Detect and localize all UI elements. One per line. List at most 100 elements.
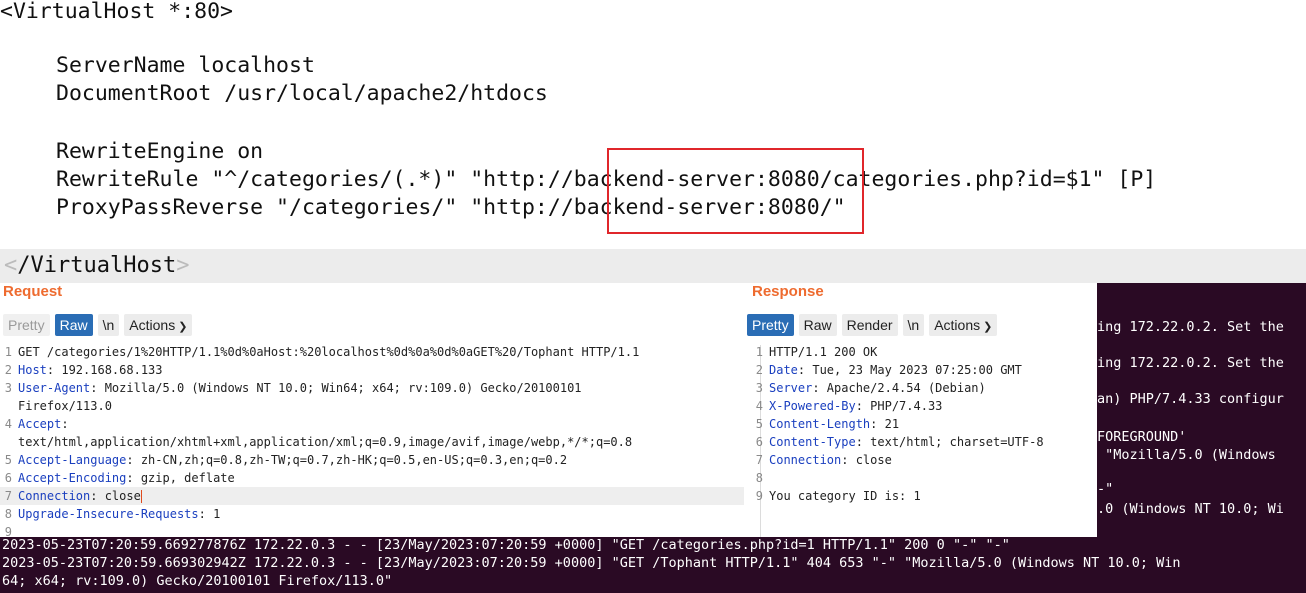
line-text: Content-Length: 21 xyxy=(769,417,900,431)
line-text: text/html,application/xhtml+xml,applicat… xyxy=(18,435,633,449)
chevron-down-icon: ❯ xyxy=(983,321,993,333)
line-number: 1 xyxy=(4,345,12,359)
header-name: Date xyxy=(769,363,798,377)
line-number: 7 xyxy=(4,489,12,503)
request-title: Request xyxy=(3,283,63,300)
terminal-line: "Mozilla/5.0 (Windows xyxy=(1097,447,1276,463)
line-text: Server: Apache/2.4.54 (Debian) xyxy=(769,381,986,395)
code-line: 4 Accept: xyxy=(0,415,744,433)
line-text: HTTP/1.1 200 OK xyxy=(769,345,878,359)
code-line: 6 Accept-Encoding: gzip, deflate xyxy=(0,469,744,487)
code-line: 6 Content-Type: text/html; charset=UTF-8 xyxy=(751,433,1097,451)
line-text: Accept-Encoding: gzip, deflate xyxy=(18,471,235,485)
code-line: 1 HTTP/1.1 200 OK xyxy=(751,343,1097,361)
header-name: Accept-Encoding xyxy=(18,471,127,485)
close-tag-lt: < xyxy=(4,253,18,278)
code-line: 3 User-Agent: Mozilla/5.0 (Windows NT 10.… xyxy=(0,379,744,397)
document-root-directive: DocumentRoot /usr/local/apache2/htdocs xyxy=(56,81,548,106)
header-name: Accept-Language xyxy=(18,453,127,467)
terminal-right-region: ing 172.22.0.2. Set the ing 172.22.0.2. S… xyxy=(1097,283,1306,537)
request-tab-raw[interactable]: Raw xyxy=(54,314,93,336)
code-line: 1 GET /categories/1%20HTTP/1.1%0d%0aHost:… xyxy=(0,343,744,361)
close-tag-name: /VirtualHost xyxy=(17,253,177,278)
close-tag-gt: > xyxy=(176,253,190,278)
virtualhost-close-line: </VirtualHost> xyxy=(0,249,1306,283)
terminal-line: .0 (Windows NT 10.0; Wi xyxy=(1097,501,1284,517)
line-number: 9 xyxy=(755,489,763,503)
code-line: 7 Connection: close xyxy=(0,487,744,505)
response-actions-button[interactable]: Actions ❯ xyxy=(929,314,998,336)
virtualhost-close-tag: </VirtualHost> xyxy=(4,252,189,280)
line-number: 1 xyxy=(755,345,763,359)
line-text: Accept-Language: zh-CN,zh;q=0.8,zh-TW;q=… xyxy=(18,453,568,467)
response-title: Response xyxy=(752,283,824,300)
line-number: 5 xyxy=(755,417,763,431)
request-actions-button[interactable]: Actions ❯ xyxy=(124,314,193,336)
request-actions-label: Actions xyxy=(129,317,176,333)
code-line: Firefox/113.0 xyxy=(0,397,744,415)
code-line: 9 You category ID is: 1 xyxy=(751,487,1097,505)
chevron-down-icon: ❯ xyxy=(178,321,188,333)
line-text xyxy=(763,469,769,487)
line-text: X-Powered-By: PHP/7.4.33 xyxy=(769,399,943,413)
header-name: X-Powered-By xyxy=(769,399,856,413)
terminal-line: ing 172.22.0.2. Set the xyxy=(1097,319,1284,335)
line-number: 3 xyxy=(4,381,12,395)
header-name: Content-Type xyxy=(769,435,856,449)
request-toolbar: Pretty Raw \n Actions ❯ xyxy=(3,314,193,336)
code-line: 4 X-Powered-By: PHP/7.4.33 xyxy=(751,397,1097,415)
terminal-log-line: 2023-05-23T07:20:59.669302942Z 172.22.0.… xyxy=(2,555,1181,571)
line-text: GET /categories/1%20HTTP/1.1%0d%0aHost:%… xyxy=(18,345,640,359)
line-number: 3 xyxy=(755,381,763,395)
line-text: Upgrade-Insecure-Requests: 1 xyxy=(18,507,221,521)
terminal-line: ing 172.22.0.2. Set the xyxy=(1097,355,1284,371)
code-line: 9 xyxy=(0,523,744,537)
burp-repeater: Request Pretty Raw \n Actions ❯ 1 GET /cat… xyxy=(0,283,1097,537)
line-number: 2 xyxy=(755,363,763,377)
code-line: 2 Date: Tue, 23 May 2023 07:25:00 GMT xyxy=(751,361,1097,379)
code-line: 8 xyxy=(751,469,1097,487)
request-tab-newline[interactable]: \n xyxy=(97,314,120,336)
response-actions-label: Actions xyxy=(934,317,981,333)
line-number: 2 xyxy=(4,363,12,377)
line-number: 6 xyxy=(755,435,763,449)
terminal-line: -" xyxy=(1097,481,1114,497)
response-pane: Response Pretty Raw Render \n Actions ❯ 1… xyxy=(744,283,1097,537)
response-tab-pretty[interactable]: Pretty xyxy=(747,314,794,336)
line-text: You category ID is: 1 xyxy=(769,489,921,503)
header-name: Server xyxy=(769,381,813,395)
header-name: Upgrade-Insecure-Requests xyxy=(18,507,199,521)
response-viewer[interactable]: 1 HTTP/1.1 200 OK 2 Date: Tue, 23 May 2023 … xyxy=(751,343,1097,505)
apache-config-view: <VirtualHost *:80> ServerName localhost … xyxy=(0,0,1306,283)
header-name: User-Agent xyxy=(18,381,91,395)
server-name-directive: ServerName localhost xyxy=(56,53,315,78)
terminal-line: FOREGROUND' xyxy=(1097,429,1187,445)
line-text: Connection: close xyxy=(769,453,892,467)
code-line: 8 Upgrade-Insecure-Requests: 1 xyxy=(0,505,744,523)
code-line: 5 Content-Length: 21 xyxy=(751,415,1097,433)
terminal-log-line: 64; x64; rv:109.0) Gecko/20100101 Firefo… xyxy=(2,573,393,589)
header-name: Accept xyxy=(18,417,62,431)
request-tab-pretty[interactable]: Pretty xyxy=(3,314,50,336)
response-toolbar: Pretty Raw Render \n Actions ❯ xyxy=(747,314,998,336)
text-cursor xyxy=(140,490,142,503)
line-text xyxy=(12,523,18,537)
response-tab-render[interactable]: Render xyxy=(841,314,898,336)
header-name: Connection xyxy=(18,489,91,503)
line-number: 8 xyxy=(4,507,12,521)
header-name: Connection xyxy=(769,453,842,467)
terminal-log-line: 2023-05-23T07:20:59.669277876Z 172.22.0.… xyxy=(2,537,1010,553)
line-text: Accept: xyxy=(18,417,69,431)
request-editor[interactable]: 1 GET /categories/1%20HTTP/1.1%0d%0aHost:… xyxy=(0,343,744,537)
response-tab-newline[interactable]: \n xyxy=(902,314,925,336)
line-number: 4 xyxy=(4,417,12,431)
code-line: 2 Host: 192.168.68.133 xyxy=(0,361,744,379)
code-line: 5 Accept-Language: zh-CN,zh;q=0.8,zh-TW;q… xyxy=(0,451,744,469)
response-tab-raw[interactable]: Raw xyxy=(798,314,837,336)
line-text: User-Agent: Mozilla/5.0 (Windows NT 10.0… xyxy=(18,381,582,395)
line-number xyxy=(0,397,12,415)
line-text: Firefox/113.0 xyxy=(18,399,112,413)
line-number xyxy=(0,433,12,451)
line-number: 6 xyxy=(4,471,12,485)
code-line: text/html,application/xhtml+xml,applicat… xyxy=(0,433,744,451)
